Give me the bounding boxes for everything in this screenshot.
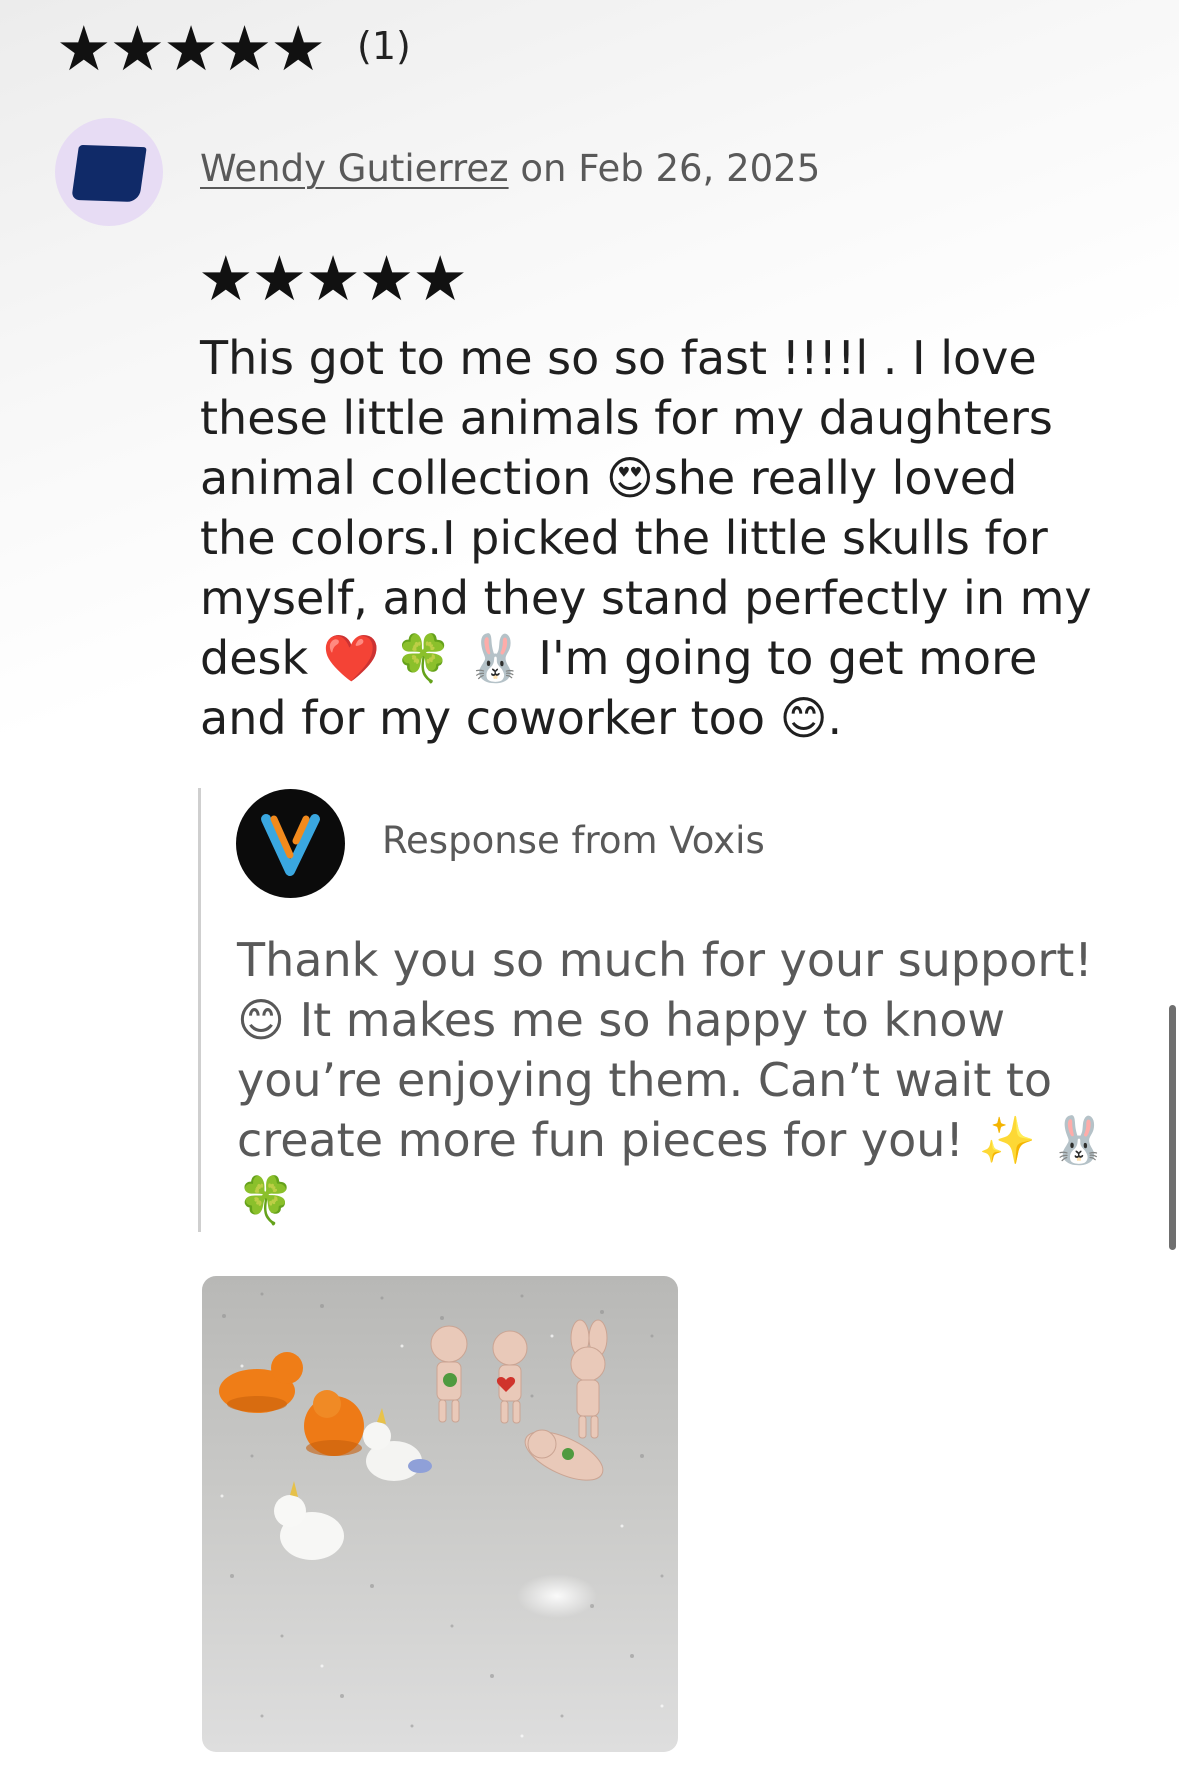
review-text-line: myself, and they stand perfectly in my <box>200 571 1092 625</box>
star-icon: ★ <box>216 12 273 85</box>
review-text-line: and for my coworker too 😊. <box>200 691 843 745</box>
star-icon: ★ <box>412 242 468 315</box>
rating-count: (1) <box>357 24 411 68</box>
response-text-line: 🍀 <box>237 1173 295 1227</box>
star-icon: ★ <box>305 242 361 315</box>
star-icon: ★ <box>358 242 415 315</box>
scrollbar[interactable] <box>1169 1005 1176 1250</box>
review-text-line: This got to me so so fast !!!!l . I love <box>200 331 1037 385</box>
star-icon: ★ <box>198 242 254 315</box>
reviewer-avatar[interactable] <box>55 118 163 226</box>
review-photo[interactable] <box>202 1276 678 1752</box>
review-screen: ★ ★ ★ ★ ★ (1) Wendy Gutierrez on Feb 26,… <box>0 0 1179 1765</box>
star-icon: ★ <box>109 12 166 85</box>
avatar-image <box>71 144 147 203</box>
review-text-line: animal collection 😍she really loved <box>200 451 1018 505</box>
review-text-line: desk ❤️ 🍀 🐰 I'm going to get more <box>200 631 1038 685</box>
star-icon: ★ <box>270 12 326 85</box>
response-text-line: Thank you so much for your support! <box>237 933 1093 987</box>
review-photo-image <box>202 1276 678 1752</box>
rating-summary-stars: ★ ★ ★ ★ ★ <box>56 12 326 85</box>
reviewer-line: Wendy Gutierrez on Feb 26, 2025 <box>200 146 820 192</box>
response-divider <box>198 788 201 1232</box>
voxis-logo-icon[interactable] <box>236 789 345 898</box>
review-text: This got to me so so fast !!!!l . I love… <box>200 328 1130 748</box>
response-title: Response from Voxis <box>382 819 765 862</box>
response-text: Thank you so much for your support! 😊 It… <box>237 930 1137 1230</box>
review-stars: ★ ★ ★ ★ ★ <box>198 242 468 315</box>
review-date: on Feb 26, 2025 <box>520 147 821 190</box>
star-icon: ★ <box>56 12 112 85</box>
star-icon: ★ <box>251 242 308 315</box>
response-text-line: 😊 It makes me so happy to know <box>237 993 1006 1047</box>
response-text-line: you’re enjoying them. Can’t wait to <box>237 1053 1053 1107</box>
response-text-line: create more fun pieces for you! ✨ 🐰 <box>237 1113 1108 1167</box>
star-icon: ★ <box>163 12 219 85</box>
review-text-line: these little animals for my daughters <box>200 391 1053 445</box>
voxis-logo-mark <box>261 814 320 876</box>
review-text-line: the colors.I picked the little skulls fo… <box>200 511 1048 565</box>
reviewer-name-link[interactable]: Wendy Gutierrez <box>200 147 509 190</box>
